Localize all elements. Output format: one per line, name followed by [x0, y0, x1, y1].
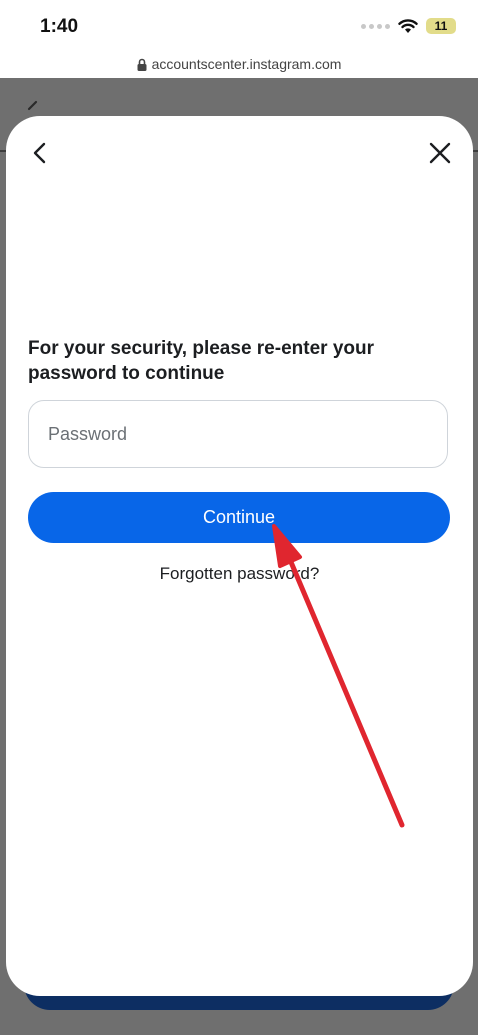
battery-icon: 11 [426, 18, 456, 34]
password-field[interactable] [28, 400, 448, 468]
browser-chrome: 1:40 11 accountscenter.instagram.com [0, 0, 478, 78]
signal-icon [361, 23, 390, 29]
close-icon[interactable] [429, 142, 451, 164]
lock-icon [137, 58, 147, 71]
status-indicators: 11 [361, 18, 456, 34]
reauth-modal: For your security, please re-enter your … [6, 116, 473, 996]
page-title: For your security, please re-enter your … [28, 338, 374, 384]
address-bar[interactable]: accountscenter.instagram.com [0, 56, 478, 72]
url-text: accountscenter.instagram.com [151, 56, 342, 72]
password-input[interactable] [29, 401, 447, 467]
status-time: 1:40 [40, 16, 79, 37]
chevron-left-icon[interactable] [30, 142, 50, 164]
wifi-icon [398, 19, 418, 33]
continue-button[interactable]: Continue [28, 492, 450, 543]
forgot-password-link[interactable]: Forgotten password? [6, 564, 473, 584]
